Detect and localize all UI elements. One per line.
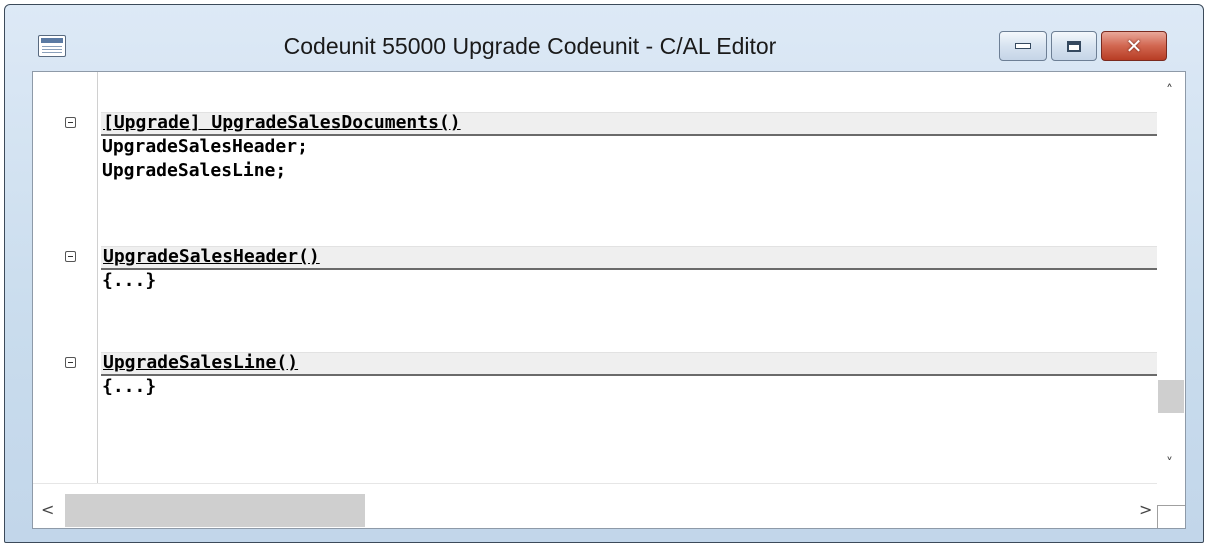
vertical-scrollbar[interactable]: ˄ ˅ (1157, 72, 1185, 484)
horizontal-scroll-thumb[interactable] (65, 494, 365, 527)
procedure-name: UpgradeSalesHeader() (103, 246, 320, 267)
scroll-left-icon[interactable]: < (41, 502, 54, 518)
code-line[interactable]: {...} (102, 376, 156, 398)
collapse-icon[interactable] (65, 357, 76, 368)
scrollbar-corner (1157, 484, 1185, 528)
procedure-header[interactable]: UpgradeSalesHeader() (65, 246, 1171, 270)
scroll-up-icon[interactable]: ˄ (1166, 84, 1173, 98)
procedure-name: [Upgrade] UpgradeSalesDocuments() (103, 112, 461, 133)
close-icon: ✕ (1125, 34, 1143, 58)
procedure-header[interactable]: [Upgrade] UpgradeSalesDocuments() (65, 112, 1171, 136)
close-button[interactable]: ✕ (1101, 31, 1167, 61)
horizontal-scrollbar[interactable]: < > (33, 483, 1157, 528)
maximize-icon (1067, 40, 1081, 52)
collapse-icon[interactable] (65, 251, 76, 262)
editor-window: Codeunit 55000 Upgrade Codeunit - C/AL E… (4, 4, 1204, 543)
window-icon[interactable] (38, 35, 66, 57)
scroll-right-icon[interactable]: > (1139, 502, 1152, 518)
minimize-icon (1015, 43, 1031, 49)
title-bar[interactable]: Codeunit 55000 Upgrade Codeunit - C/AL E… (5, 5, 1203, 67)
collapse-icon[interactable] (65, 117, 76, 128)
window-title: Codeunit 55000 Upgrade Codeunit - C/AL E… (283, 33, 777, 59)
code-line[interactable]: UpgradeSalesHeader; (102, 136, 308, 158)
procedure-name: UpgradeSalesLine() (103, 352, 299, 373)
procedure-header[interactable]: UpgradeSalesLine() (65, 352, 1171, 376)
code-line[interactable]: UpgradeSalesLine; (102, 160, 286, 182)
minimize-button[interactable] (999, 31, 1047, 61)
maximize-button[interactable] (1051, 31, 1097, 61)
scroll-down-icon[interactable]: ˅ (1166, 457, 1173, 471)
code-editor[interactable]: [Upgrade] UpgradeSalesDocuments() Upgrad… (32, 71, 1186, 529)
code-line[interactable]: {...} (102, 270, 156, 292)
vertical-scroll-thumb[interactable] (1158, 380, 1184, 413)
